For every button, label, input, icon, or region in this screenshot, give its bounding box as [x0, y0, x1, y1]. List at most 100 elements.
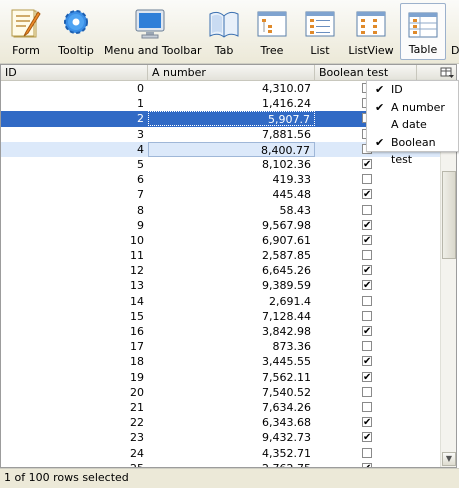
- cell-id: 13: [130, 279, 144, 293]
- cell-boolean-test: ✔: [315, 415, 417, 430]
- cell-id: 5: [137, 157, 144, 171]
- toolbar-button-tab[interactable]: Tab: [202, 3, 246, 60]
- column-header-id[interactable]: ID: [1, 65, 148, 80]
- cell-boolean-test: [315, 385, 417, 400]
- toolbar-label: Tooltip: [58, 44, 94, 57]
- cell-a-number: 8,400.77: [148, 141, 315, 157]
- cell-a-number: 419.33: [272, 173, 312, 187]
- column-menu-item[interactable]: A date: [367, 116, 458, 134]
- cell-boolean-test: ✔: [315, 218, 417, 233]
- table-row[interactable]: 11 2,587.85: [1, 248, 440, 263]
- scroll-down-button[interactable]: ▼: [442, 452, 456, 466]
- boolean-checkbox[interactable]: ✔: [362, 280, 372, 291]
- cell-a-number: 7,881.56: [262, 127, 311, 141]
- cell-id: 9: [137, 218, 144, 232]
- cell-boolean-test: [315, 400, 417, 415]
- toolbar-button-tree[interactable]: Tree: [250, 3, 294, 60]
- cell-id: 0: [137, 82, 144, 95]
- cell-id: 21: [130, 400, 144, 414]
- table-row[interactable]: 16 3,842.98 ✔: [1, 324, 440, 339]
- column-menu-item[interactable]: ✔ ID: [367, 81, 458, 99]
- table-row[interactable]: 14 2,691.4: [1, 294, 440, 309]
- cell-id: 1: [137, 97, 144, 111]
- boolean-checkbox[interactable]: [362, 386, 372, 397]
- toolbar-label: Tree: [260, 44, 284, 57]
- boolean-checkbox[interactable]: ✔: [362, 417, 372, 428]
- table-row[interactable]: 6 419.33: [1, 172, 440, 187]
- boolean-checkbox[interactable]: ✔: [362, 326, 372, 337]
- toolbar-button-table[interactable]: Table: [400, 3, 446, 60]
- cell-id: 12: [130, 264, 144, 278]
- table-row[interactable]: 18 3,445.55 ✔: [1, 354, 440, 369]
- table-row[interactable]: 15 7,128.44: [1, 309, 440, 324]
- table-row[interactable]: 22 6,343.68 ✔: [1, 415, 440, 430]
- toolbar-button-partial[interactable]: D: [450, 3, 459, 60]
- cell-a-number: 3,842.98: [262, 325, 311, 338]
- table-row[interactable]: 252,762.75✔: [1, 461, 440, 467]
- toolbar-button-tooltip[interactable]: Tooltip: [54, 3, 98, 60]
- table-row[interactable]: 21 7,634.26: [1, 400, 440, 415]
- cell-a-number: 4,352.71: [262, 446, 311, 460]
- boolean-checkbox[interactable]: [362, 341, 372, 352]
- cell-boolean-test: ✔: [315, 263, 417, 278]
- table-row[interactable]: 12 6,645.26 ✔: [1, 263, 440, 278]
- cell-id: 7: [137, 188, 144, 202]
- boolean-checkbox[interactable]: ✔: [362, 265, 372, 276]
- cell-id: 18: [130, 355, 144, 369]
- table-row[interactable]: 13 9,389.59 ✔: [1, 278, 440, 293]
- cell-boolean-test: ✔: [315, 430, 417, 445]
- toolbar-button-menu-and-toolbar[interactable]: Menu and Toolbar: [104, 3, 202, 60]
- boolean-checkbox[interactable]: ✔: [362, 189, 372, 200]
- cell-a-number: 6,343.68: [262, 416, 311, 430]
- boolean-checkbox[interactable]: [362, 295, 372, 306]
- toolbar-button-form[interactable]: Form: [4, 3, 48, 60]
- table-row[interactable]: 10 6,907.61 ✔: [1, 233, 440, 248]
- column-chooser-menu: ✔ ID ✔ A number A date ✔ Boolean test: [366, 80, 459, 167]
- table-row[interactable]: 8 58.43: [1, 203, 440, 218]
- column-chooser-button[interactable]: [438, 65, 456, 80]
- cell-id: 15: [130, 309, 144, 323]
- column-menu-item[interactable]: ✔ A number: [367, 99, 458, 117]
- boolean-checkbox[interactable]: [362, 174, 372, 185]
- boolean-checkbox[interactable]: ✔: [362, 432, 372, 443]
- toolbar-button-listview[interactable]: ListView: [346, 3, 396, 60]
- cell-id: 2: [137, 112, 144, 126]
- boolean-checkbox[interactable]: ✔: [362, 356, 372, 367]
- boolean-checkbox[interactable]: ✔: [362, 371, 372, 382]
- cell-a-number: 2,691.4: [269, 294, 311, 308]
- boolean-checkbox[interactable]: [362, 204, 372, 215]
- boolean-checkbox[interactable]: [362, 310, 372, 321]
- boolean-checkbox[interactable]: ✔: [362, 158, 372, 169]
- table-row[interactable]: 20 7,540.52: [1, 385, 440, 400]
- toolbar: Form Tooltip Menu and Toolbar Tab Tree L…: [0, 0, 459, 64]
- toolbar-label: Tab: [214, 44, 234, 57]
- cell-id: 3: [137, 127, 144, 141]
- toolbar-button-list[interactable]: List: [298, 3, 342, 60]
- boolean-checkbox[interactable]: [362, 401, 372, 412]
- column-header-boolean-test[interactable]: Boolean test: [315, 65, 417, 80]
- tree-window-icon: [257, 11, 287, 37]
- column-menu-item[interactable]: ✔ Boolean test: [367, 134, 458, 167]
- cell-a-number: 873.36: [272, 340, 312, 354]
- boolean-checkbox[interactable]: ✔: [362, 234, 372, 245]
- boolean-checkbox[interactable]: ✔: [362, 219, 372, 230]
- cell-id: 8: [137, 203, 144, 217]
- table-row[interactable]: 24 4,352.71: [1, 446, 440, 461]
- gear-icon: [64, 10, 88, 34]
- toolbar-label: Form: [12, 44, 40, 57]
- cell-a-number: 8,102.36: [262, 157, 311, 171]
- cell-id: 23: [130, 431, 144, 445]
- cell-id: 25: [1, 461, 148, 467]
- column-chooser-icon: [440, 67, 454, 78]
- table-row[interactable]: 23 9,432.73 ✔: [1, 430, 440, 445]
- table-row[interactable]: 17 873.36: [1, 339, 440, 354]
- table-row[interactable]: 9 9,567.98 ✔: [1, 218, 440, 233]
- boolean-checkbox[interactable]: [362, 250, 372, 261]
- table-row[interactable]: 19 7,562.11 ✔: [1, 370, 440, 385]
- cell-a-number: 4,310.07: [262, 82, 311, 95]
- table-row[interactable]: 7 445.48 ✔: [1, 187, 440, 202]
- table-row[interactable]: 5 8,102.36 ✔: [1, 157, 440, 172]
- column-header-a-number[interactable]: A number: [148, 65, 315, 80]
- scroll-thumb[interactable]: [442, 171, 456, 259]
- boolean-checkbox[interactable]: [362, 447, 372, 458]
